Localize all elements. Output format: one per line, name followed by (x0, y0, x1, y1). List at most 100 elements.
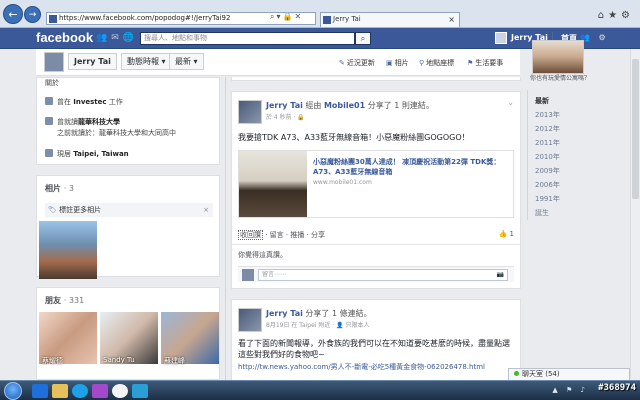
pencil-icon: ✎ (339, 59, 345, 67)
timeline-subnav: Jerry Tai 動態時報 ▾ 最新 ▾ ✎ 近況更新 ▣ 相片 ⚲ 地點座標 ⚑ 生… (36, 49, 520, 76)
photo-link[interactable]: ▣ 相片 (386, 58, 409, 68)
city-link[interactable]: Taipei, Taiwan (73, 150, 128, 158)
ad-image[interactable] (532, 40, 584, 74)
about-work: 曾在 Investec 工作 (45, 97, 123, 107)
post-text-line: 這些對我們好的食物吧~ (238, 350, 325, 359)
timeline-dropdown[interactable]: 動態時報 ▾ (121, 53, 172, 70)
avatar[interactable] (44, 52, 64, 72)
year-item[interactable]: 2011年 (535, 138, 560, 148)
about-city: 現居 Taipei, Taiwan (45, 149, 129, 159)
internet-explorer-icon[interactable] (32, 384, 48, 398)
address-bar-icons[interactable]: ⌕▾🔒✕ (270, 12, 303, 22)
tag-icon: 🏷 (48, 206, 57, 214)
browser-menu-icons[interactable]: ⌂★⚙ (598, 10, 634, 21)
ad-caption[interactable]: 你也有玩愛情公寓嗎？ (530, 73, 590, 82)
about-header-fragment: 關於 (45, 79, 59, 87)
year-item[interactable]: 1991年 (535, 194, 560, 204)
post-card: Jerry Tai 分享了 1 條連結。 8月19日 在 Taipei 附近 ·… (231, 299, 521, 380)
post-actions[interactable]: 收回讚 · 留言 · 推播 · 分享 (238, 230, 325, 240)
facebook-favicon-icon (49, 15, 57, 23)
app-icon[interactable] (132, 384, 148, 398)
post-card: Jerry Tai 經由 Mobile01 分享了 1 則連結。 於 4 秒前 … (231, 91, 521, 289)
author-link[interactable]: Jerry Tai (266, 309, 303, 318)
facebook-logo[interactable]: facebook (36, 30, 93, 45)
tag-photos-row[interactable]: 🏷 標註更多相片 × (45, 203, 213, 217)
skype-icon[interactable] (72, 384, 88, 398)
windows-taskbar: ▲ ⚑ ♪ (0, 380, 640, 400)
comment-input[interactable]: 留言⋯⋯ 📷 (258, 269, 508, 281)
fb-notification-icons[interactable]: 👥✉🌐 (96, 33, 138, 43)
search-icon[interactable]: ⌕ (355, 32, 371, 45)
school-link[interactable]: 龍華科技大學 (78, 118, 120, 126)
life-event-link[interactable]: ⚑ 生活要事 (467, 58, 503, 68)
friend-name[interactable]: 蘇建峰 (164, 356, 185, 366)
photo-icon: ▣ (386, 59, 393, 67)
like-count[interactable]: 👍 1 (499, 230, 514, 238)
folder-icon[interactable] (52, 384, 68, 398)
friends-card: 朋友 · 331 蔡耀德 Sandy Tu 蘇建峰 (36, 287, 220, 380)
year-item[interactable]: 誕生 (535, 208, 549, 218)
scrollbar-thumb[interactable] (632, 59, 639, 199)
facebook-favicon-icon (323, 16, 331, 24)
link-thumbnail[interactable] (239, 151, 307, 217)
chevron-down-icon[interactable]: ⌄ (507, 98, 514, 107)
forward-button[interactable]: → (24, 6, 41, 23)
briefcase-icon (45, 97, 53, 105)
app-link[interactable]: Mobile01 (324, 101, 365, 110)
close-icon[interactable]: × (203, 203, 209, 217)
link-preview[interactable]: 小惡魔粉絲團30萬人達成！ 凍頂慶祝活動第22彈 TDK獎：A73、A33藍牙無… (238, 150, 514, 218)
comment-row: 留言⋯⋯ 📷 (238, 266, 514, 282)
browser-tab[interactable]: Jerry Tai × (320, 12, 460, 27)
pin-icon: ⚲ (419, 59, 425, 67)
post-url-link[interactable]: http://tw.news.yahoo.com/男人不-斷電-必吃5種黃金食物… (238, 362, 485, 372)
year-nav-line (527, 90, 528, 220)
about-card: 關於 曾在 Investec 工作 曾就讀龍華科技大學 之前就讀於：龍華科技大學… (36, 77, 220, 165)
media-icon[interactable] (92, 384, 108, 398)
start-button[interactable] (4, 382, 22, 400)
post-author-line: Jerry Tai 分享了 1 條連結。 (266, 309, 372, 318)
link-title[interactable]: 小惡魔粉絲團30萬人達成！ 凍頂慶祝活動第22彈 TDK獎：A73、A33藍牙無… (313, 157, 509, 177)
photo-thumbnail[interactable] (39, 221, 97, 279)
watermark-text: #368974 (598, 383, 636, 393)
profile-name-button[interactable]: Jerry Tai (68, 53, 117, 70)
page-scrollbar[interactable] (630, 49, 640, 379)
avatar (242, 269, 254, 281)
search-input[interactable]: 搜尋人、地點和事物 (140, 32, 355, 45)
photos-title[interactable]: 相片 · 3 (45, 183, 74, 194)
year-item[interactable]: 2010年 (535, 152, 560, 162)
year-item[interactable]: 2009年 (535, 166, 560, 176)
status-update-link[interactable]: ✎ 近況更新 (339, 58, 375, 68)
home-icon (45, 149, 53, 157)
system-tray-icons[interactable]: ▲ ⚑ ♪ (552, 386, 588, 394)
school-icon (45, 117, 53, 125)
post-timestamp[interactable]: 8月19日 在 Taipei 附近 · 👤 只限本人 (266, 320, 369, 329)
year-item[interactable]: 最新 (535, 96, 549, 106)
friends-title[interactable]: 朋友 · 331 (45, 295, 84, 306)
friend-name[interactable]: Sandy Tu (103, 356, 135, 364)
tab-close-icon[interactable]: × (448, 13, 455, 26)
recent-dropdown[interactable]: 最新 ▾ (169, 53, 204, 70)
place-link[interactable]: ⚲ 地點座標 (419, 58, 454, 68)
flag-icon: ⚑ (467, 59, 474, 67)
address-bar-text: https://www.facebook.com/popodog#!/Jerry… (59, 14, 231, 22)
author-link[interactable]: Jerry Tai (266, 101, 303, 110)
camera-icon[interactable]: 📷 (497, 270, 504, 280)
post-author-line: Jerry Tai 經由 Mobile01 分享了 1 則連結。 (266, 101, 434, 110)
avatar[interactable] (238, 100, 262, 124)
settings-icons[interactable]: 👥 ⚙ (580, 33, 609, 42)
tab-title: Jerry Tai (333, 15, 361, 23)
year-item[interactable]: 2013年 (535, 110, 560, 120)
unlike-button[interactable]: 收回讚 (238, 230, 263, 240)
divider (232, 244, 520, 245)
year-item[interactable]: 2006年 (535, 180, 560, 190)
photos-card: 相片 · 3 🏷 標註更多相片 × (36, 175, 220, 279)
about-school-sub: 之前就讀於：龍華科技大學和大同高中 (57, 129, 176, 137)
avatar[interactable] (495, 32, 507, 44)
avatar[interactable] (238, 308, 262, 332)
back-button[interactable]: ← (3, 4, 23, 24)
chrome-icon[interactable] (112, 384, 128, 398)
company-link[interactable]: Investec (73, 98, 106, 106)
post-timestamp[interactable]: 於 4 秒前 · 🔒 (266, 112, 305, 121)
year-item[interactable]: 2012年 (535, 124, 560, 134)
friend-name[interactable]: 蔡耀德 (42, 356, 63, 366)
